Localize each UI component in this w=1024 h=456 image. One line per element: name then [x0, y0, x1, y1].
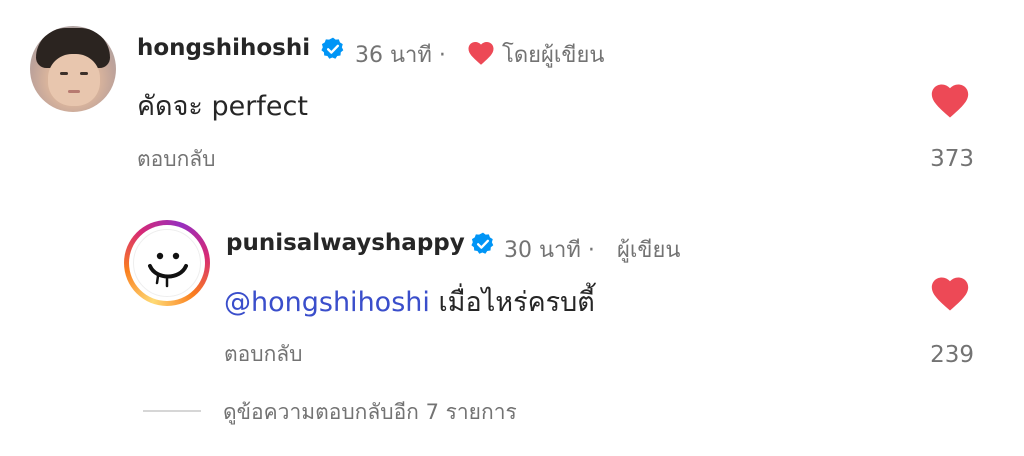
avatar-eye: [60, 72, 68, 75]
reply-button[interactable]: ตอบกลับ: [224, 338, 303, 371]
view-more-divider: [143, 410, 201, 412]
reply-button[interactable]: ตอบกลับ: [137, 143, 216, 176]
liked-by-author-label: โดยผู้เขียน: [502, 43, 605, 68]
smiley-face-icon: [148, 252, 188, 288]
comment-item: hongshihoshi 36 นาที · โดยผู้เขียน คัดจะ…: [0, 0, 1024, 200]
comment-time: 36 นาที ·: [355, 43, 446, 68]
reply-comment-item: punisalwayshappy 30 นาที · ผู้เขียน @hon…: [0, 200, 1024, 390]
verified-badge-icon: [471, 232, 494, 254]
avatar-face: [48, 54, 100, 106]
like-count[interactable]: 239: [894, 342, 974, 368]
username[interactable]: hongshihoshi: [137, 35, 310, 61]
like-heart-icon[interactable]: [928, 79, 972, 119]
author-label: ผู้เขียน: [617, 238, 681, 263]
username[interactable]: punisalwayshappy: [226, 230, 465, 256]
comment-body: เมื่อไหร่ครบตี้: [429, 287, 595, 318]
avatar-mouth: [68, 90, 80, 93]
view-more-replies-button[interactable]: ดูข้อความตอบกลับอีก 7 รายการ: [223, 396, 517, 429]
avatar-image: [133, 229, 201, 297]
like-count[interactable]: 373: [894, 146, 974, 172]
like-heart-icon[interactable]: [928, 272, 972, 312]
comment-time: 30 นาที ·: [504, 238, 595, 263]
comment-text: คัดจะ perfect: [137, 91, 308, 122]
liked-by-author-heart-icon: [468, 42, 494, 65]
avatar[interactable]: [30, 26, 116, 112]
comment-text: @hongshihoshi เมื่อไหร่ครบตี้: [224, 280, 595, 323]
mention-link[interactable]: @hongshihoshi: [224, 287, 430, 318]
avatar-eye: [80, 72, 88, 75]
avatar[interactable]: [124, 220, 210, 306]
comment-thread: hongshihoshi 36 นาที · โดยผู้เขียน คัดจะ…: [0, 0, 1024, 456]
verified-badge-icon: [321, 37, 344, 59]
